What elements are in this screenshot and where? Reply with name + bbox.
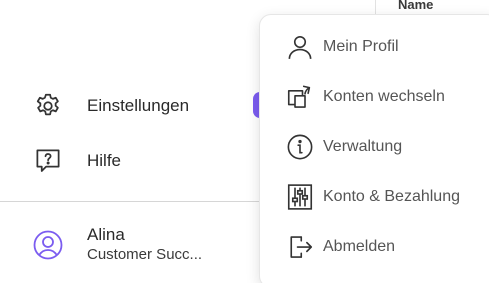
menu-item-label: Abmelden [323,238,396,255]
menu-item-administration[interactable]: Verwaltung [284,129,402,165]
gear-icon [32,90,64,122]
switch-account-icon [284,81,316,113]
sliders-icon [284,181,316,213]
menu-item-switch-account[interactable]: Konten wechseln [284,79,445,115]
menu-item-profile[interactable]: Mein Profil [284,29,399,65]
help-icon [32,145,64,177]
menu-item-label: Verwaltung [323,138,403,155]
menu-item-billing[interactable]: Konto & Bezahlung [284,179,460,215]
menu-item-logout[interactable]: Abmelden [284,229,395,265]
user-role: Customer Succ... [87,246,203,263]
sidebar-item-label: Hilfe [87,151,122,170]
logout-icon [284,231,316,263]
user-profile[interactable]: Alina Customer Succ... [32,225,222,265]
menu-item-label: Konten wechseln [323,88,445,105]
sidebar-item-label: Einstellungen [87,96,190,115]
column-divider [375,0,376,14]
sidebar-item-help[interactable]: Hilfe [32,145,121,177]
menu-item-label: Konto & Bezahlung [323,188,460,205]
sidebar-divider [0,201,300,202]
menu-item-label: Mein Profil [323,38,399,55]
person-icon [284,31,316,63]
column-header-name[interactable]: Name [398,0,433,12]
user-name: Alina [87,225,125,244]
sidebar-item-settings[interactable]: Einstellungen [32,90,189,122]
info-icon [284,131,316,163]
user-avatar-icon [32,229,64,261]
account-menu: Mein Profil Konten wechseln Verwaltung K… [259,14,489,283]
